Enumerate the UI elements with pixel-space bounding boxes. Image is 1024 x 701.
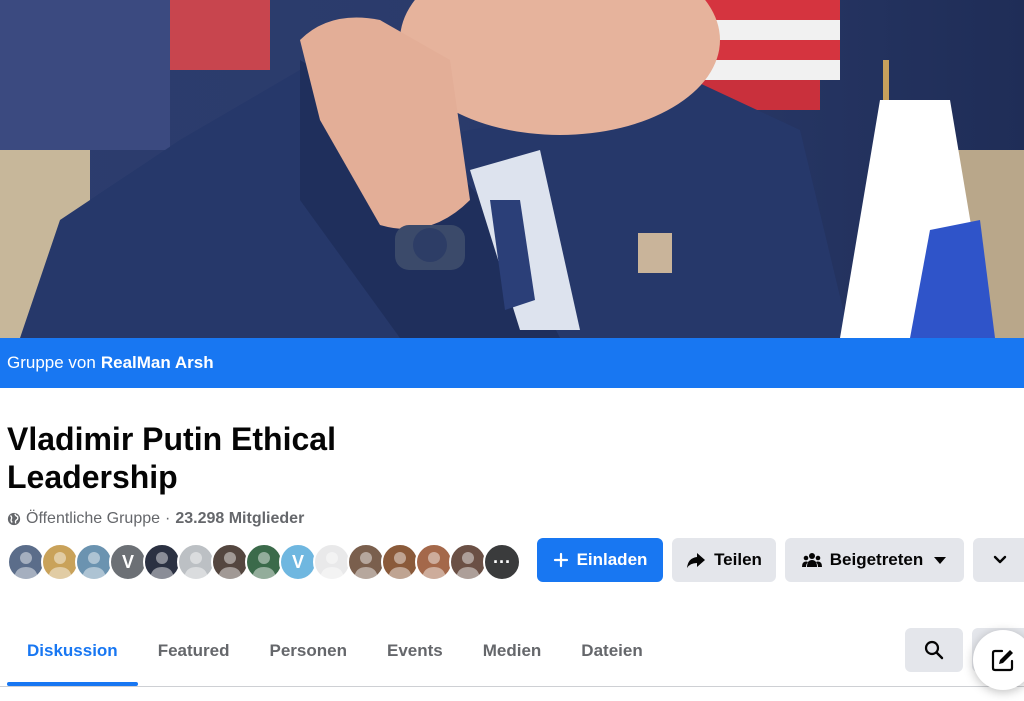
person-silhouette-icon <box>456 552 480 579</box>
member-avatar[interactable] <box>245 543 283 581</box>
member-avatar[interactable] <box>75 543 113 581</box>
group-meta: Öffentliche Gruppe · 23.298 Mitglieder <box>7 508 304 530</box>
compose-icon <box>991 649 1014 672</box>
caret-down-icon <box>934 557 947 564</box>
invite-button[interactable]: Einladen <box>537 538 663 582</box>
invite-label: Einladen <box>576 550 648 569</box>
tab-dateien[interactable]: Dateien <box>561 620 662 682</box>
person-silhouette-icon <box>184 552 208 579</box>
group-page: Gruppe von RealMan Arsh Vladimir Putin E… <box>0 0 1024 701</box>
member-avatar[interactable] <box>41 543 79 581</box>
person-silhouette-icon <box>320 552 344 579</box>
person-silhouette-icon <box>48 552 72 579</box>
more-options-button[interactable] <box>973 538 1024 582</box>
people-icon <box>801 553 822 567</box>
member-count[interactable]: 23.298 Mitglieder <box>175 510 304 528</box>
member-avatars: V V ··· <box>7 543 521 583</box>
tab-featured[interactable]: Featured <box>138 620 250 682</box>
person-silhouette-icon <box>14 552 38 579</box>
member-avatar[interactable]: V <box>279 543 317 581</box>
search-icon <box>924 640 944 660</box>
person-silhouette-icon <box>82 552 106 579</box>
privacy-label[interactable]: Öffentliche Gruppe <box>26 510 160 528</box>
member-avatar[interactable] <box>449 543 487 581</box>
compose-button[interactable] <box>973 630 1024 690</box>
group-title[interactable]: Vladimir Putin Ethical Leadership <box>7 420 427 496</box>
member-avatar[interactable] <box>313 543 351 581</box>
tab-events[interactable]: Events <box>367 620 463 682</box>
person-silhouette-icon <box>354 552 378 579</box>
member-avatar[interactable] <box>177 543 215 581</box>
member-avatar[interactable] <box>347 543 385 581</box>
meta-separator: · <box>165 510 171 527</box>
person-silhouette-icon <box>150 552 174 579</box>
share-label: Teilen <box>714 550 762 569</box>
share-button[interactable]: Teilen <box>672 538 776 582</box>
more-members-avatar[interactable]: ··· <box>483 543 521 581</box>
group-tabs: Diskussion Featured Personen Events Medien Da… <box>7 620 663 686</box>
cover-photo[interactable] <box>0 0 1024 338</box>
share-arrow-icon <box>687 553 706 568</box>
person-silhouette-icon <box>252 552 276 579</box>
person-silhouette-icon <box>422 552 446 579</box>
member-avatar[interactable] <box>415 543 453 581</box>
person-silhouette-icon <box>218 552 242 579</box>
joined-label: Beigetreten <box>829 550 924 569</box>
tab-personen[interactable]: Personen <box>250 620 367 682</box>
tab-medien[interactable]: Medien <box>463 620 562 682</box>
member-avatar[interactable] <box>381 543 419 581</box>
member-avatar[interactable] <box>211 543 249 581</box>
plus-icon <box>553 552 568 568</box>
cover-photo-image <box>0 0 1024 338</box>
tab-diskussion[interactable]: Diskussion <box>7 620 138 686</box>
byline-prefix: Gruppe von <box>7 353 96 372</box>
group-owner-banner: Gruppe von RealMan Arsh <box>0 338 1024 388</box>
member-avatar[interactable] <box>7 543 45 581</box>
person-silhouette-icon <box>388 552 412 579</box>
chevron-down-icon <box>993 555 1007 564</box>
member-avatar[interactable]: V <box>109 543 147 581</box>
member-avatar[interactable] <box>143 543 181 581</box>
tabs-divider <box>0 686 1024 687</box>
group-owner-link[interactable]: RealMan Arsh <box>101 353 214 373</box>
joined-button[interactable]: Beigetreten <box>785 538 964 582</box>
search-button[interactable] <box>905 628 963 672</box>
globe-icon <box>7 512 21 526</box>
